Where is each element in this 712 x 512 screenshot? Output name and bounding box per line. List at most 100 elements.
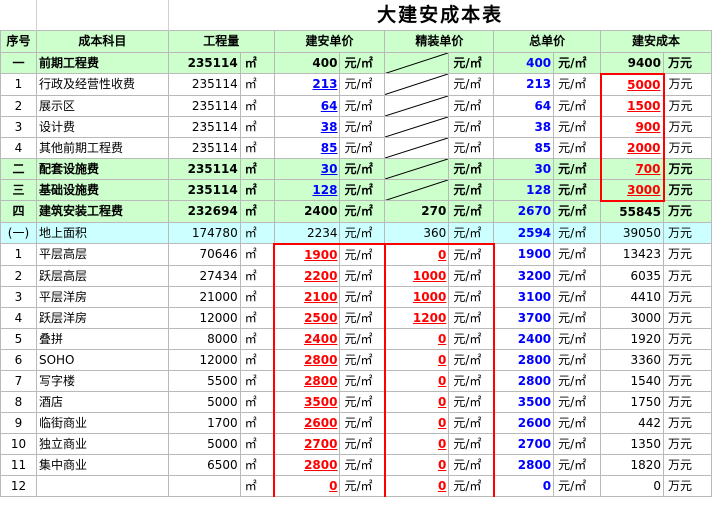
row-ja-price-unit[interactable]: 元/㎡ — [339, 411, 386, 434]
row-ja-cost-unit[interactable]: 万元 — [663, 94, 712, 117]
row-total-price-unit[interactable]: 元/㎡ — [553, 73, 602, 96]
row-ja-price-unit[interactable]: 元/㎡ — [339, 327, 386, 350]
row-subject[interactable]: 其他前期工程费 — [35, 136, 169, 159]
row-ja-cost-unit[interactable]: 万元 — [663, 327, 712, 350]
row-no[interactable]: 6 — [0, 348, 37, 371]
row-total-price[interactable]: 0 — [493, 474, 555, 497]
row-subject[interactable]: 集中商业 — [35, 453, 169, 476]
row-jz-price[interactable]: 0 — [383, 369, 450, 392]
row-ja-price[interactable]: 2800 — [273, 369, 341, 392]
row-qty[interactable]: 235114 — [167, 178, 241, 201]
row-total-price[interactable]: 3500 — [493, 390, 555, 413]
row-qty-unit[interactable]: ㎡ — [239, 94, 275, 117]
row-jz-price-unit[interactable]: 元/㎡ — [448, 411, 495, 434]
row-total-price-unit[interactable]: 元/㎡ — [553, 221, 602, 244]
row-ja-cost-unit[interactable]: 万元 — [663, 73, 712, 96]
row-ja-price[interactable]: 2800 — [273, 453, 341, 476]
row-total-price[interactable]: 2700 — [493, 432, 555, 455]
row-ja-cost[interactable]: 13423 — [600, 243, 664, 266]
row-total-price-unit[interactable]: 元/㎡ — [553, 136, 602, 159]
row-qty[interactable]: 235114 — [167, 73, 241, 96]
row-no[interactable]: 4 — [0, 306, 37, 329]
row-jz-price[interactable] — [384, 51, 450, 74]
row-qty-unit[interactable]: ㎡ — [239, 474, 275, 497]
row-qty[interactable]: 8000 — [167, 327, 241, 350]
row-qty[interactable]: 5500 — [167, 369, 241, 392]
row-total-price[interactable]: 1900 — [493, 243, 555, 266]
row-jz-price[interactable]: 0 — [383, 390, 450, 413]
row-ja-cost-unit[interactable]: 万元 — [663, 264, 712, 287]
row-ja-cost-unit[interactable]: 万元 — [663, 243, 712, 266]
row-qty-unit[interactable]: ㎡ — [239, 369, 275, 392]
row-subject[interactable] — [35, 474, 169, 497]
row-qty-unit[interactable]: ㎡ — [239, 178, 275, 201]
row-no[interactable]: 1 — [0, 73, 37, 96]
row-no[interactable]: 四 — [0, 200, 37, 223]
row-ja-cost-unit[interactable]: 万元 — [663, 348, 712, 371]
row-total-price[interactable]: 128 — [493, 178, 555, 201]
row-total-price[interactable]: 85 — [493, 136, 555, 159]
row-ja-cost-unit[interactable]: 万元 — [663, 115, 712, 138]
row-no[interactable]: 1 — [0, 243, 37, 266]
row-ja-cost-unit[interactable]: 万元 — [663, 474, 712, 497]
row-total-price-unit[interactable]: 元/㎡ — [553, 157, 602, 180]
row-no[interactable]: (一) — [0, 221, 37, 244]
row-total-price[interactable]: 38 — [493, 115, 555, 138]
row-jz-price-unit[interactable]: 元/㎡ — [448, 200, 495, 223]
row-ja-cost[interactable]: 3000 — [599, 178, 665, 202]
row-subject[interactable]: 临街商业 — [35, 411, 169, 434]
row-jz-price-unit[interactable]: 元/㎡ — [448, 327, 495, 350]
row-qty-unit[interactable]: ㎡ — [239, 221, 275, 244]
row-ja-price-unit[interactable]: 元/㎡ — [339, 264, 386, 287]
row-qty-unit[interactable]: ㎡ — [239, 73, 275, 96]
row-ja-cost[interactable]: 442 — [600, 411, 664, 434]
row-ja-price-unit[interactable]: 元/㎡ — [339, 115, 386, 138]
row-qty-unit[interactable]: ㎡ — [239, 200, 275, 223]
row-ja-price[interactable]: 1900 — [273, 242, 341, 266]
title-cell-empty-1[interactable] — [0, 0, 37, 30]
header-ja-cost[interactable]: 建安成本 — [600, 29, 712, 53]
row-ja-price-unit[interactable]: 元/㎡ — [339, 474, 386, 497]
row-jz-price-unit[interactable]: 元/㎡ — [448, 474, 495, 497]
row-ja-price-unit[interactable]: 元/㎡ — [339, 369, 386, 392]
row-qty[interactable]: 235114 — [167, 94, 241, 117]
row-ja-price-unit[interactable]: 元/㎡ — [339, 242, 386, 266]
row-jz-price-unit[interactable]: 元/㎡ — [448, 73, 495, 96]
row-no[interactable]: 4 — [0, 136, 37, 159]
row-subject[interactable]: 叠拼 — [35, 327, 169, 350]
row-jz-price[interactable] — [384, 73, 450, 96]
row-ja-cost[interactable]: 39050 — [600, 221, 664, 244]
row-ja-price-unit[interactable]: 元/㎡ — [339, 178, 386, 201]
row-qty-unit[interactable]: ㎡ — [239, 285, 275, 308]
row-ja-price-unit[interactable]: 元/㎡ — [339, 390, 386, 413]
row-subject[interactable]: 平层高层 — [35, 243, 169, 266]
row-ja-cost[interactable]: 55845 — [600, 200, 664, 223]
row-jz-price-unit[interactable]: 元/㎡ — [448, 51, 495, 74]
row-ja-cost[interactable]: 3000 — [600, 306, 664, 329]
row-qty[interactable]: 70646 — [167, 243, 241, 266]
row-no[interactable]: 一 — [0, 51, 37, 74]
row-subject[interactable]: 行政及经营性收费 — [35, 73, 169, 96]
row-ja-cost-unit[interactable]: 万元 — [663, 178, 712, 201]
row-ja-price[interactable]: 2500 — [273, 306, 341, 329]
row-ja-cost[interactable]: 1750 — [600, 390, 664, 413]
row-total-price[interactable]: 2800 — [493, 348, 555, 371]
row-qty[interactable]: 6500 — [167, 453, 241, 476]
row-qty[interactable]: 235114 — [167, 136, 241, 159]
row-ja-price-unit[interactable]: 元/㎡ — [339, 200, 386, 223]
header-no[interactable]: 序号 — [0, 29, 37, 53]
row-ja-cost-unit[interactable]: 万元 — [663, 306, 712, 329]
row-subject[interactable]: 跃层高层 — [35, 264, 169, 287]
row-ja-cost[interactable]: 1820 — [600, 453, 664, 476]
row-ja-price-unit[interactable]: 元/㎡ — [339, 432, 386, 455]
row-ja-price[interactable]: 400 — [273, 51, 341, 74]
header-total-price[interactable]: 总单价 — [493, 29, 602, 53]
row-ja-price-unit[interactable]: 元/㎡ — [339, 348, 386, 371]
row-no[interactable]: 3 — [0, 285, 37, 308]
row-jz-price-unit[interactable]: 元/㎡ — [448, 390, 495, 413]
row-total-price-unit[interactable]: 元/㎡ — [553, 369, 602, 392]
row-qty-unit[interactable]: ㎡ — [239, 115, 275, 138]
row-ja-cost[interactable]: 3360 — [600, 348, 664, 371]
row-subject[interactable]: 展示区 — [35, 94, 169, 117]
row-qty-unit[interactable]: ㎡ — [239, 453, 275, 476]
